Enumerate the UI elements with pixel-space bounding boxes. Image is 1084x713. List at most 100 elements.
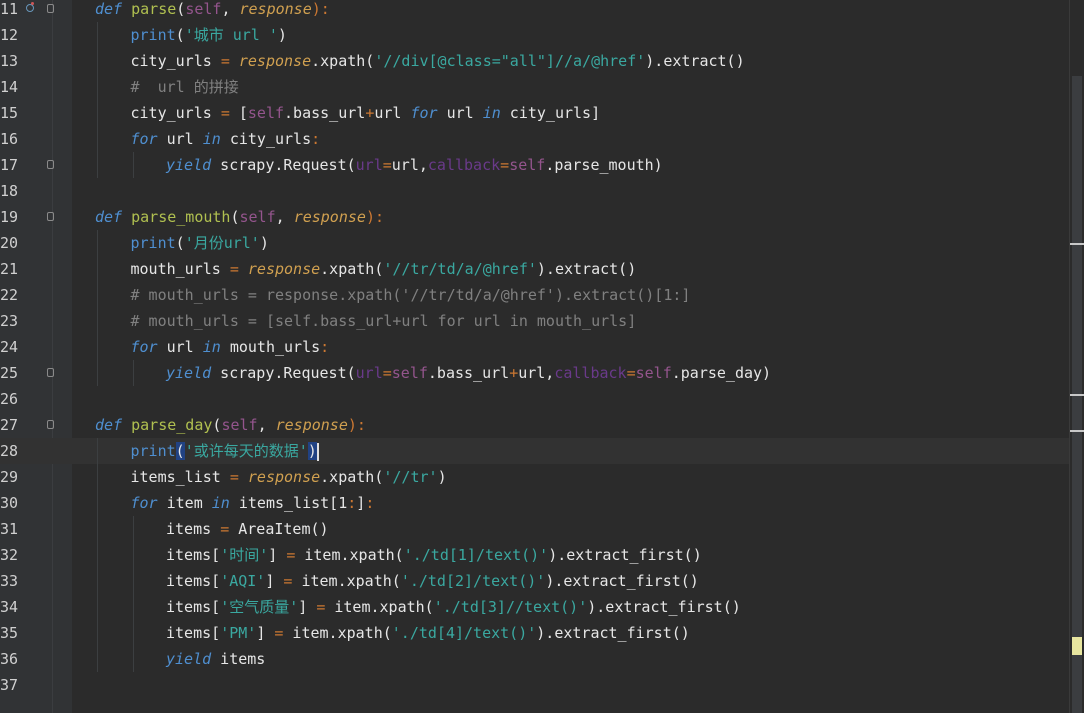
code-line[interactable]: 22 # mouth_urls = response.xpath('//tr/td… <box>0 282 1070 308</box>
fold-marker-icon[interactable] <box>47 212 54 221</box>
code-text[interactable]: city_urls = response.xpath('//div[@class… <box>131 48 745 74</box>
code-token: callback <box>554 364 627 382</box>
code-line[interactable]: 19 def parse_mouth(self, response): <box>0 204 1070 230</box>
code-text[interactable]: for item in items_list[1:]: <box>131 490 375 516</box>
code-text[interactable]: yield scrapy.Request(url=url,callback=se… <box>166 152 663 178</box>
code-text[interactable]: mouth_urls = response.xpath('//tr/td/a/@… <box>131 256 637 282</box>
code-token: '//div[@class="all"]//a/@href' <box>374 52 646 70</box>
code-line[interactable]: 28 print('或许每天的数据') <box>0 438 1070 464</box>
line-number: 33 <box>0 572 19 590</box>
code-token: ).extract_first() <box>587 598 741 616</box>
code-line[interactable]: 13 city_urls = response.xpath('//div[@cla… <box>0 48 1070 74</box>
scroll-marker[interactable] <box>1070 394 1084 396</box>
code-line[interactable]: 23 # mouth_urls = [self.bass_url+url for … <box>0 308 1070 334</box>
warning-marker[interactable] <box>1072 637 1082 655</box>
indent-guide <box>132 620 134 646</box>
line-number: 30 <box>0 494 19 512</box>
line-number: 12 <box>0 26 19 44</box>
code-text[interactable]: items['AQI'] = item.xpath('./td[2]/text(… <box>166 568 699 594</box>
code-text[interactable]: print('月份url') <box>131 230 269 256</box>
code-text[interactable]: # mouth_urls = response.xpath('//tr/td/a… <box>131 282 691 308</box>
code-line[interactable]: 37 <box>0 672 1070 698</box>
code-text[interactable]: def parse_mouth(self, response): <box>95 204 384 230</box>
code-line[interactable]: 18 <box>0 178 1070 204</box>
line-number: 16 <box>0 130 19 148</box>
scroll-marker[interactable] <box>1070 430 1084 432</box>
code-line[interactable]: 35 items['PM'] = item.xpath('./td[4]/text… <box>0 620 1070 646</box>
code-token: response <box>239 0 312 18</box>
code-token: for <box>130 338 158 356</box>
code-token: './td[1]/text()' <box>403 546 549 564</box>
code-token: './td[4]/text()' <box>391 624 537 642</box>
code-token: item.xpath( <box>325 598 434 616</box>
fold-marker-icon[interactable] <box>47 368 54 377</box>
code-line[interactable]: 27 def parse_day(self, response): <box>0 412 1070 438</box>
override-marker-icon[interactable] <box>26 4 34 12</box>
code-token: : <box>365 494 375 512</box>
code-token: .xpath( <box>311 52 375 70</box>
code-editor[interactable]: 11 def parse(self, response): 12 print('城市 … <box>0 0 1084 713</box>
code-line[interactable]: 32 items['时间'] = item.xpath('./td[1]/text… <box>0 542 1070 568</box>
code-text[interactable]: def parse(self, response): <box>95 0 330 22</box>
code-line[interactable]: 26 <box>0 386 1070 412</box>
code-text[interactable]: def parse_day(self, response): <box>95 412 366 438</box>
indent-guide <box>97 568 98 594</box>
code-token: print <box>130 26 176 44</box>
code-token: in <box>202 338 221 356</box>
code-text[interactable]: print('或许每天的数据') <box>131 438 319 464</box>
code-line[interactable]: 24 for url in mouth_urls: <box>0 334 1070 360</box>
fold-marker-icon[interactable] <box>47 160 54 169</box>
code-token: def <box>95 0 123 18</box>
code-line[interactable]: 14 # url 的拼接 <box>0 74 1070 100</box>
code-text[interactable]: items['空气质量'] = item.xpath('./td[3]//tex… <box>166 594 741 620</box>
code-line[interactable]: 29 items_list = response.xpath('//tr') <box>0 464 1070 490</box>
code-text[interactable]: items['PM'] = item.xpath('./td[4]/text()… <box>166 620 690 646</box>
code-line[interactable]: 25 yield scrapy.Request(url=self.bass_url… <box>0 360 1070 386</box>
line-number: 23 <box>0 312 19 330</box>
code-line[interactable]: 12 print('城市 url ') <box>0 22 1070 48</box>
text-caret <box>316 442 319 461</box>
code-token: ) <box>311 0 321 18</box>
indent-guide <box>132 516 134 542</box>
code-token: ] <box>265 572 284 590</box>
code-line[interactable]: 31 items = AreaItem() <box>0 516 1070 542</box>
code-token: items_list <box>130 468 230 486</box>
indent-guide <box>97 542 98 568</box>
code-token: self <box>221 416 258 434</box>
code-text[interactable]: items['时间'] = item.xpath('./td[1]/text()… <box>166 542 702 568</box>
code-token: def <box>95 416 123 434</box>
code-text[interactable]: # url 的拼接 <box>131 74 239 100</box>
code-token: def <box>95 208 123 226</box>
fold-marker-icon[interactable] <box>47 420 54 429</box>
code-text[interactable]: city_urls = [self.bass_url+url for url i… <box>131 100 601 126</box>
code-line[interactable]: 33 items['AQI'] = item.xpath('./td[2]/tex… <box>0 568 1070 594</box>
indent-guide <box>97 516 98 542</box>
code-token: response <box>247 468 321 486</box>
code-text[interactable]: for url in mouth_urls: <box>131 334 330 360</box>
code-line[interactable]: 11 def parse(self, response): <box>0 0 1070 22</box>
fold-marker-icon[interactable] <box>47 4 54 13</box>
code-text[interactable]: items_list = response.xpath('//tr') <box>131 464 447 490</box>
code-line[interactable]: 15 city_urls = [self.bass_url+url for url… <box>0 100 1070 126</box>
vertical-scrollbar[interactable] <box>1069 0 1084 713</box>
code-text[interactable]: yield items <box>166 646 265 672</box>
code-line[interactable]: 30 for item in items_list[1:]: <box>0 490 1070 516</box>
code-line[interactable]: 36 yield items <box>0 646 1070 672</box>
code-line[interactable]: 20 print('月份url') <box>0 230 1070 256</box>
code-line[interactable]: 34 items['空气质量'] = item.xpath('./td[3]//t… <box>0 594 1070 620</box>
code-line[interactable]: 16 for url in city_urls: <box>0 126 1070 152</box>
line-number: 11 <box>0 0 19 18</box>
code-text[interactable]: print('城市 url ') <box>131 22 287 48</box>
code-token: + <box>365 104 375 122</box>
code-token: self <box>185 0 222 18</box>
scroll-marker[interactable] <box>1070 243 1084 245</box>
code-token: = <box>229 468 239 486</box>
code-text[interactable]: items = AreaItem() <box>166 516 329 542</box>
code-text[interactable]: for url in city_urls: <box>131 126 321 152</box>
code-text[interactable]: # mouth_urls = [self.bass_url+url for ur… <box>131 308 637 334</box>
code-token: response <box>275 416 348 434</box>
code-text[interactable]: yield scrapy.Request(url=self.bass_url+u… <box>166 360 771 386</box>
code-line[interactable]: 17 yield scrapy.Request(url=url,callback=… <box>0 152 1070 178</box>
code-line[interactable]: 21 mouth_urls = response.xpath('//tr/td/a… <box>0 256 1070 282</box>
